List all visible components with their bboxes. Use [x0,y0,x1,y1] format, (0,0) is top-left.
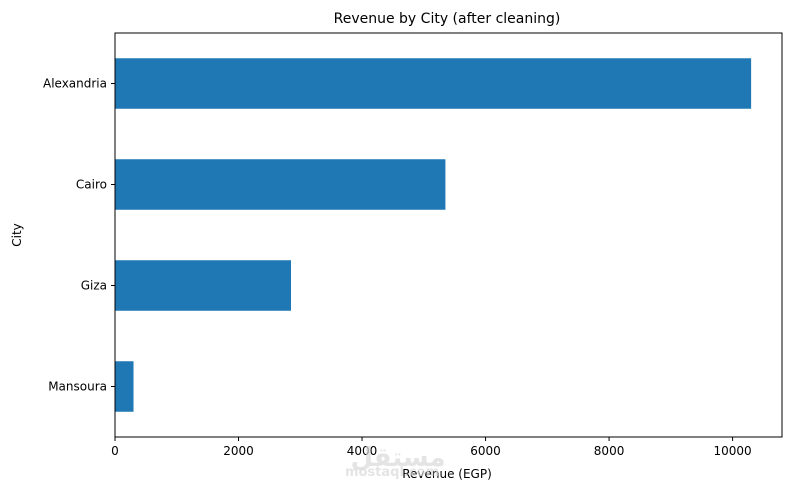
x-tick-label: 8000 [594,444,625,458]
y-tick-label: Cairo [76,178,107,192]
watermark-logo-text: mostaql.com [345,465,439,480]
bar-alexandria [115,58,752,109]
x-tick-label: 10000 [713,444,751,458]
chart-title: Revenue by City (after cleaning) [334,11,561,27]
y-tick-label: Alexandria [43,77,107,91]
bar-cairo [115,159,446,210]
y-axis-title: City [10,223,24,247]
bar-mansoura [115,361,134,412]
y-tick-label: Mansoura [48,380,107,394]
bars-group [115,58,752,412]
revenue-bar-chart: Revenue by City (after cleaning) 0 2000 40… [10,11,783,481]
y-tick-label: Giza [81,279,107,293]
x-tick-label: 6000 [470,444,501,458]
y-axis-ticks: Alexandria Cairo Giza Mansoura [43,77,115,394]
bar-giza [115,260,292,311]
x-tick-label: 0 [111,444,119,458]
x-tick-label: 2000 [223,444,254,458]
